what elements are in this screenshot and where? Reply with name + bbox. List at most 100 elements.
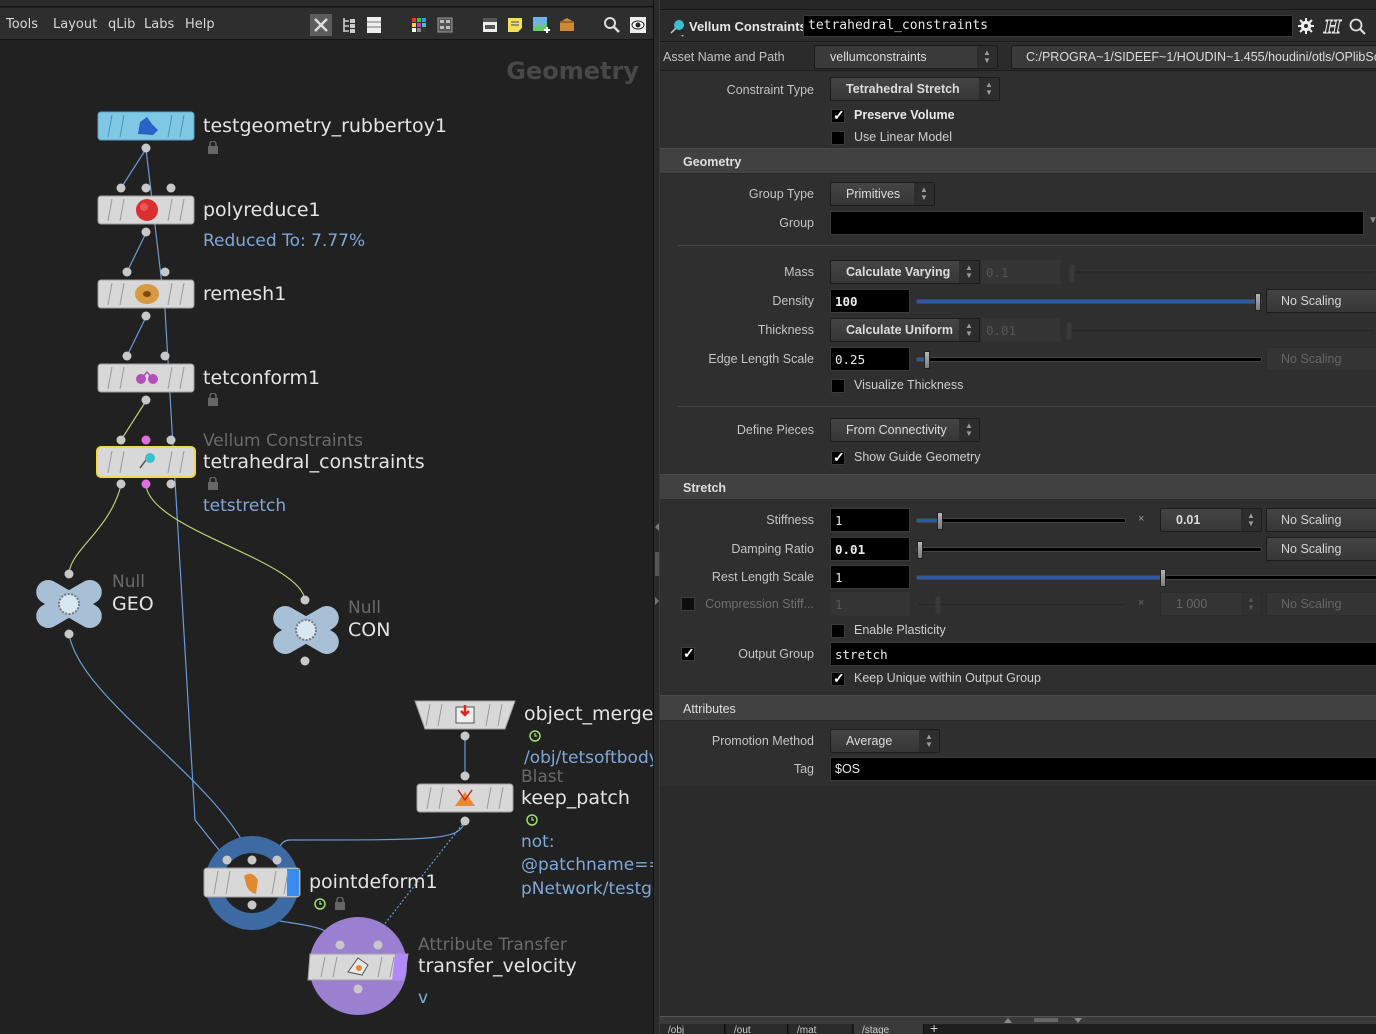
node-name-vellum[interactable]: tetrahedral_constraints — [203, 451, 425, 473]
slider-handle[interactable] — [924, 351, 930, 369]
stiffness-slider[interactable] — [916, 512, 1126, 530]
section-geometry[interactable]: Geometry — [660, 148, 1376, 174]
tag-field[interactable]: $OS — [830, 757, 1376, 781]
compression-stiffness-field: 1 — [830, 592, 910, 616]
section-attributes[interactable]: Attributes — [660, 695, 1376, 721]
enable-plasticity-checkbox[interactable] — [831, 624, 845, 638]
vellum-pin-icon[interactable] — [667, 17, 687, 37]
node-remesh[interactable] — [97, 267, 195, 321]
group-type-menu[interactable]: Primitives ▲ ▼ — [830, 182, 935, 206]
slider-handle[interactable] — [1255, 293, 1261, 311]
output-group-toggle[interactable]: ✓ — [681, 645, 695, 661]
promotion-method-menu[interactable]: Average ▲ ▼ — [830, 729, 940, 753]
define-pieces-menu[interactable]: From Connectivity ▲ ▼ — [830, 418, 980, 442]
path-tab-out[interactable]: /out — [726, 1024, 788, 1034]
pane-splitter[interactable] — [653, 0, 660, 1034]
preserve-volume-checkbox[interactable]: ✓ — [831, 107, 845, 123]
param-enable-plasticity: Enable Plasticity — [660, 623, 1376, 639]
stiffness-scaling-menu[interactable]: No Scaling — [1266, 508, 1376, 532]
node-name-null-con[interactable]: CON — [348, 619, 390, 641]
rest-length-scale-slider[interactable] — [916, 569, 1376, 587]
density-slider[interactable] — [916, 293, 1262, 311]
search-icon[interactable] — [601, 14, 623, 36]
menu-labs[interactable]: Labs — [144, 17, 174, 32]
shape-palette-icon[interactable] — [434, 14, 456, 36]
keep-unique-checkbox[interactable]: ✓ — [831, 670, 845, 686]
tree-view-icon[interactable] — [338, 14, 360, 36]
node-name-testgeometry[interactable]: testgeometry_rubbertoy1 — [203, 115, 447, 137]
node-name-tetconform[interactable]: tetconform1 — [203, 367, 320, 389]
asset-name-menu[interactable]: vellumconstraints ▲ ▼ — [814, 45, 998, 69]
list-view-icon[interactable] — [363, 14, 385, 36]
node-attribute-transfer[interactable] — [307, 917, 409, 1015]
pane-divider-bar[interactable] — [660, 1016, 1376, 1024]
use-linear-model-checkbox[interactable] — [831, 131, 845, 145]
node-testgeometry-rubbertoy[interactable] — [97, 111, 195, 153]
node-name-null-geo[interactable]: GEO — [112, 593, 154, 615]
damping-scaling-menu[interactable]: No Scaling — [1266, 537, 1376, 561]
path-tab-stage[interactable]: /stage — [854, 1024, 924, 1034]
node-blast[interactable] — [416, 771, 514, 826]
menu-qlib[interactable]: qLib — [108, 17, 135, 32]
node-null-con[interactable] — [269, 595, 343, 666]
path-tab-mat[interactable]: /mat — [789, 1024, 853, 1034]
menu-value: Primitives — [846, 187, 901, 201]
thickness-mode-menu[interactable]: Calculate Uniform ▲ ▼ — [830, 318, 980, 342]
density-field[interactable]: 100 — [830, 289, 910, 313]
constraint-type-menu[interactable]: Tetrahedral Stretch ▲ ▼ — [830, 77, 1000, 101]
sticky-note-icon[interactable] — [504, 14, 526, 36]
mass-mode-menu[interactable]: Calculate Varying ▲ ▼ — [830, 260, 980, 284]
color-palette-icon[interactable] — [408, 14, 430, 36]
node-name-blast[interactable]: keep_patch — [521, 787, 630, 809]
asset-box-icon[interactable] — [556, 14, 578, 36]
asset-path-field[interactable]: C:/PROGRA~1/SIDEEF~1/HOUDIN~1.455/houdin… — [1011, 45, 1376, 69]
gear-icon[interactable] — [1297, 17, 1317, 37]
path-tab-obj[interactable]: /obj — [660, 1024, 725, 1034]
slider-handle[interactable] — [1160, 569, 1166, 587]
damping-ratio-slider[interactable] — [916, 541, 1262, 559]
show-guide-geometry-checkbox[interactable]: ✓ — [831, 449, 845, 465]
node-null-geo[interactable] — [32, 569, 106, 639]
param-label: Output Group — [738, 647, 814, 661]
menu-help[interactable]: Help — [185, 17, 215, 32]
node-info-attribute-transfer: v — [418, 988, 429, 1008]
output-group-field[interactable]: stretch — [830, 642, 1376, 666]
density-scaling-menu[interactable]: No Scaling — [1266, 289, 1376, 313]
network-box-icon[interactable] — [479, 14, 501, 36]
stiffness-multiplier-menu[interactable]: 0.01 ▲ ▼ — [1160, 508, 1262, 532]
wire — [68, 633, 253, 861]
node-name-polyreduce[interactable]: polyreduce1 — [203, 199, 321, 221]
slider-handle[interactable] — [917, 541, 923, 559]
lock-icon — [208, 393, 218, 406]
slider-handle[interactable] — [937, 512, 943, 530]
visualize-thickness-checkbox[interactable] — [831, 379, 845, 393]
node-vellum-constraints[interactable] — [96, 435, 196, 489]
node-name-input[interactable]: tetrahedral_constraints — [803, 15, 1293, 37]
edge-length-scale-slider[interactable] — [916, 351, 1262, 369]
edge-length-scale-field[interactable]: 0.25 — [830, 347, 910, 371]
menu-value: 0.01 — [1176, 513, 1201, 527]
help-h-icon[interactable]: H — [1322, 17, 1343, 37]
group-field[interactable] — [830, 211, 1364, 235]
node-name-pointdeform[interactable]: pointdeform1 — [309, 871, 438, 893]
dropdown-arrow-icon[interactable]: ▼ — [1368, 215, 1376, 226]
menu-tools[interactable]: Tools — [6, 17, 38, 32]
compression-stiffness-toggle[interactable] — [681, 597, 695, 611]
search-icon[interactable] — [1348, 17, 1368, 37]
background-image-icon[interactable] — [530, 14, 552, 36]
node-polyreduce[interactable] — [97, 183, 195, 237]
rest-length-scale-field[interactable]: 1 — [830, 565, 910, 589]
node-name-remesh[interactable]: remesh1 — [203, 283, 286, 305]
tools-wrench-icon[interactable] — [310, 14, 332, 36]
checkbox-label: Enable Plasticity — [854, 623, 946, 637]
add-tab-plus-icon[interactable]: + — [930, 1020, 938, 1034]
stiffness-field[interactable]: 1 — [830, 508, 910, 532]
damping-ratio-field[interactable]: 0.01 — [830, 537, 910, 561]
node-tetconform[interactable] — [97, 351, 195, 405]
node-object-merge[interactable] — [414, 700, 516, 741]
node-name-object-merge[interactable]: object_merge1 — [524, 703, 653, 725]
display-options-eye-icon[interactable] — [627, 14, 649, 36]
node-name-attribute-transfer[interactable]: transfer_velocity — [418, 955, 577, 977]
section-stretch[interactable]: Stretch — [660, 474, 1376, 500]
menu-layout[interactable]: Layout — [53, 17, 97, 32]
